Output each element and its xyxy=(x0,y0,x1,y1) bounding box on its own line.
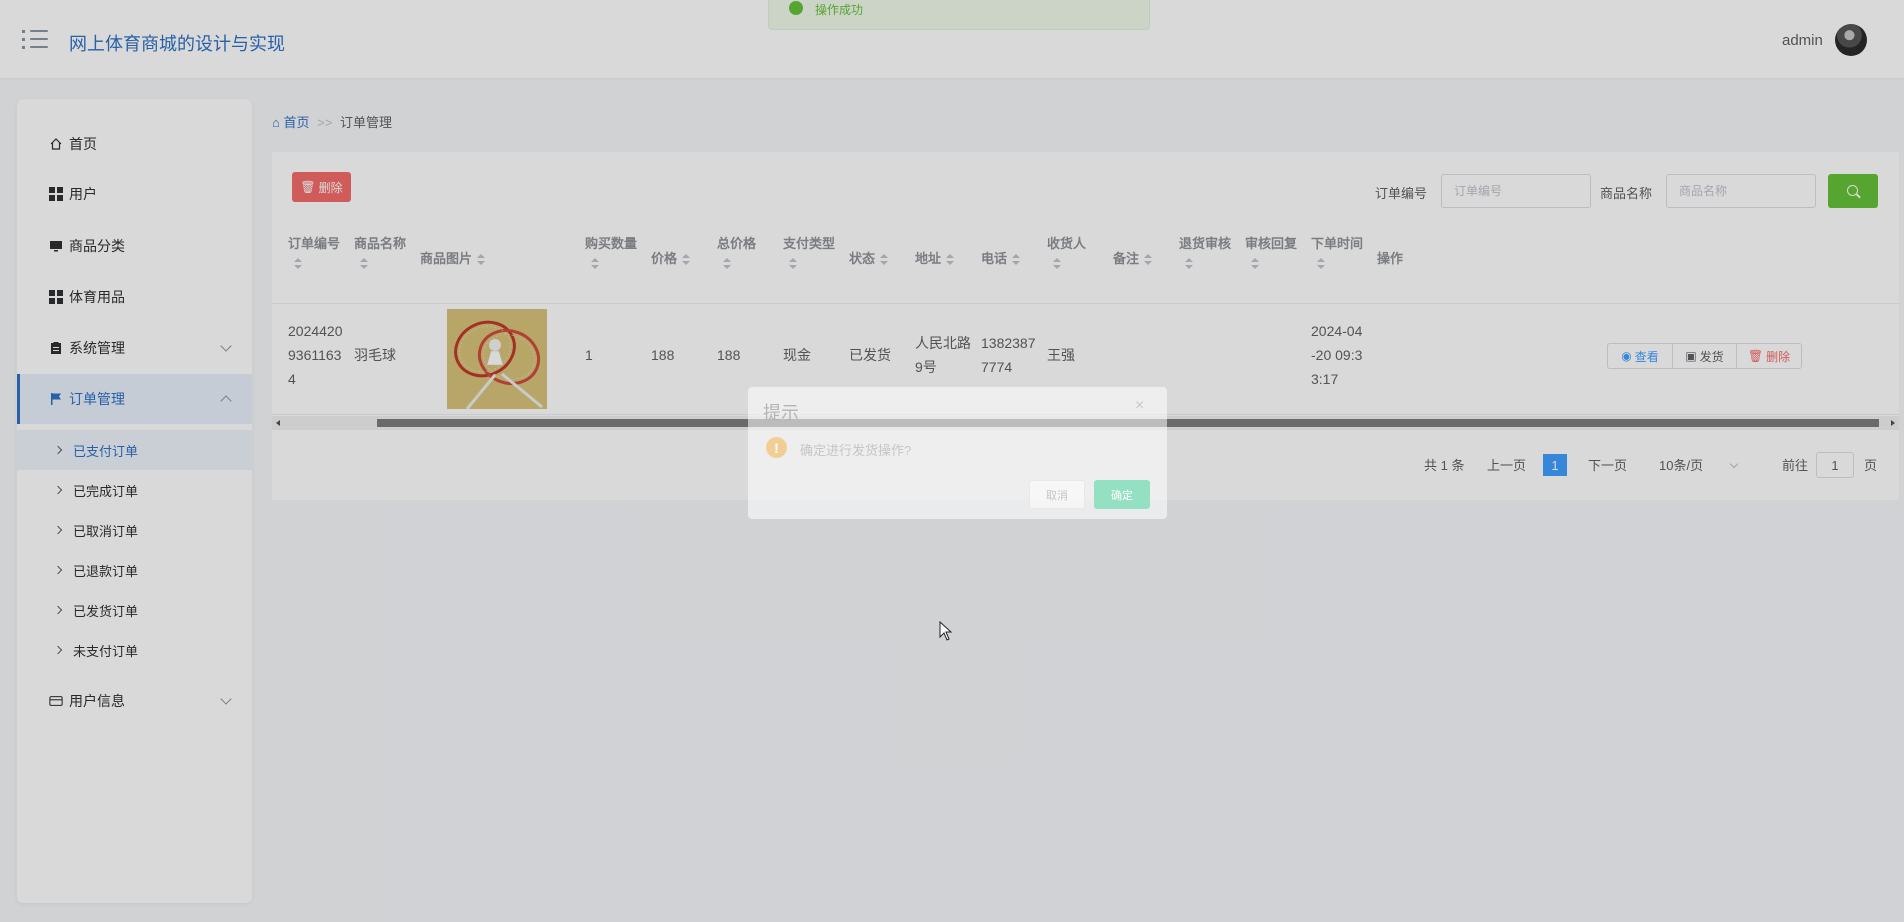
confirm-button[interactable]: 确定 xyxy=(1094,480,1150,509)
dialog-message: 确定进行发货操作? xyxy=(800,443,912,458)
mouse-cursor-icon xyxy=(939,621,953,641)
dialog-title: 提示 xyxy=(763,403,799,423)
warning-icon: ! xyxy=(766,437,787,458)
close-icon[interactable]: × xyxy=(1135,397,1144,415)
cancel-button[interactable]: 取消 xyxy=(1029,480,1085,509)
confirm-dialog: 提示 × ! 确定进行发货操作? 取消 确定 xyxy=(748,387,1167,519)
